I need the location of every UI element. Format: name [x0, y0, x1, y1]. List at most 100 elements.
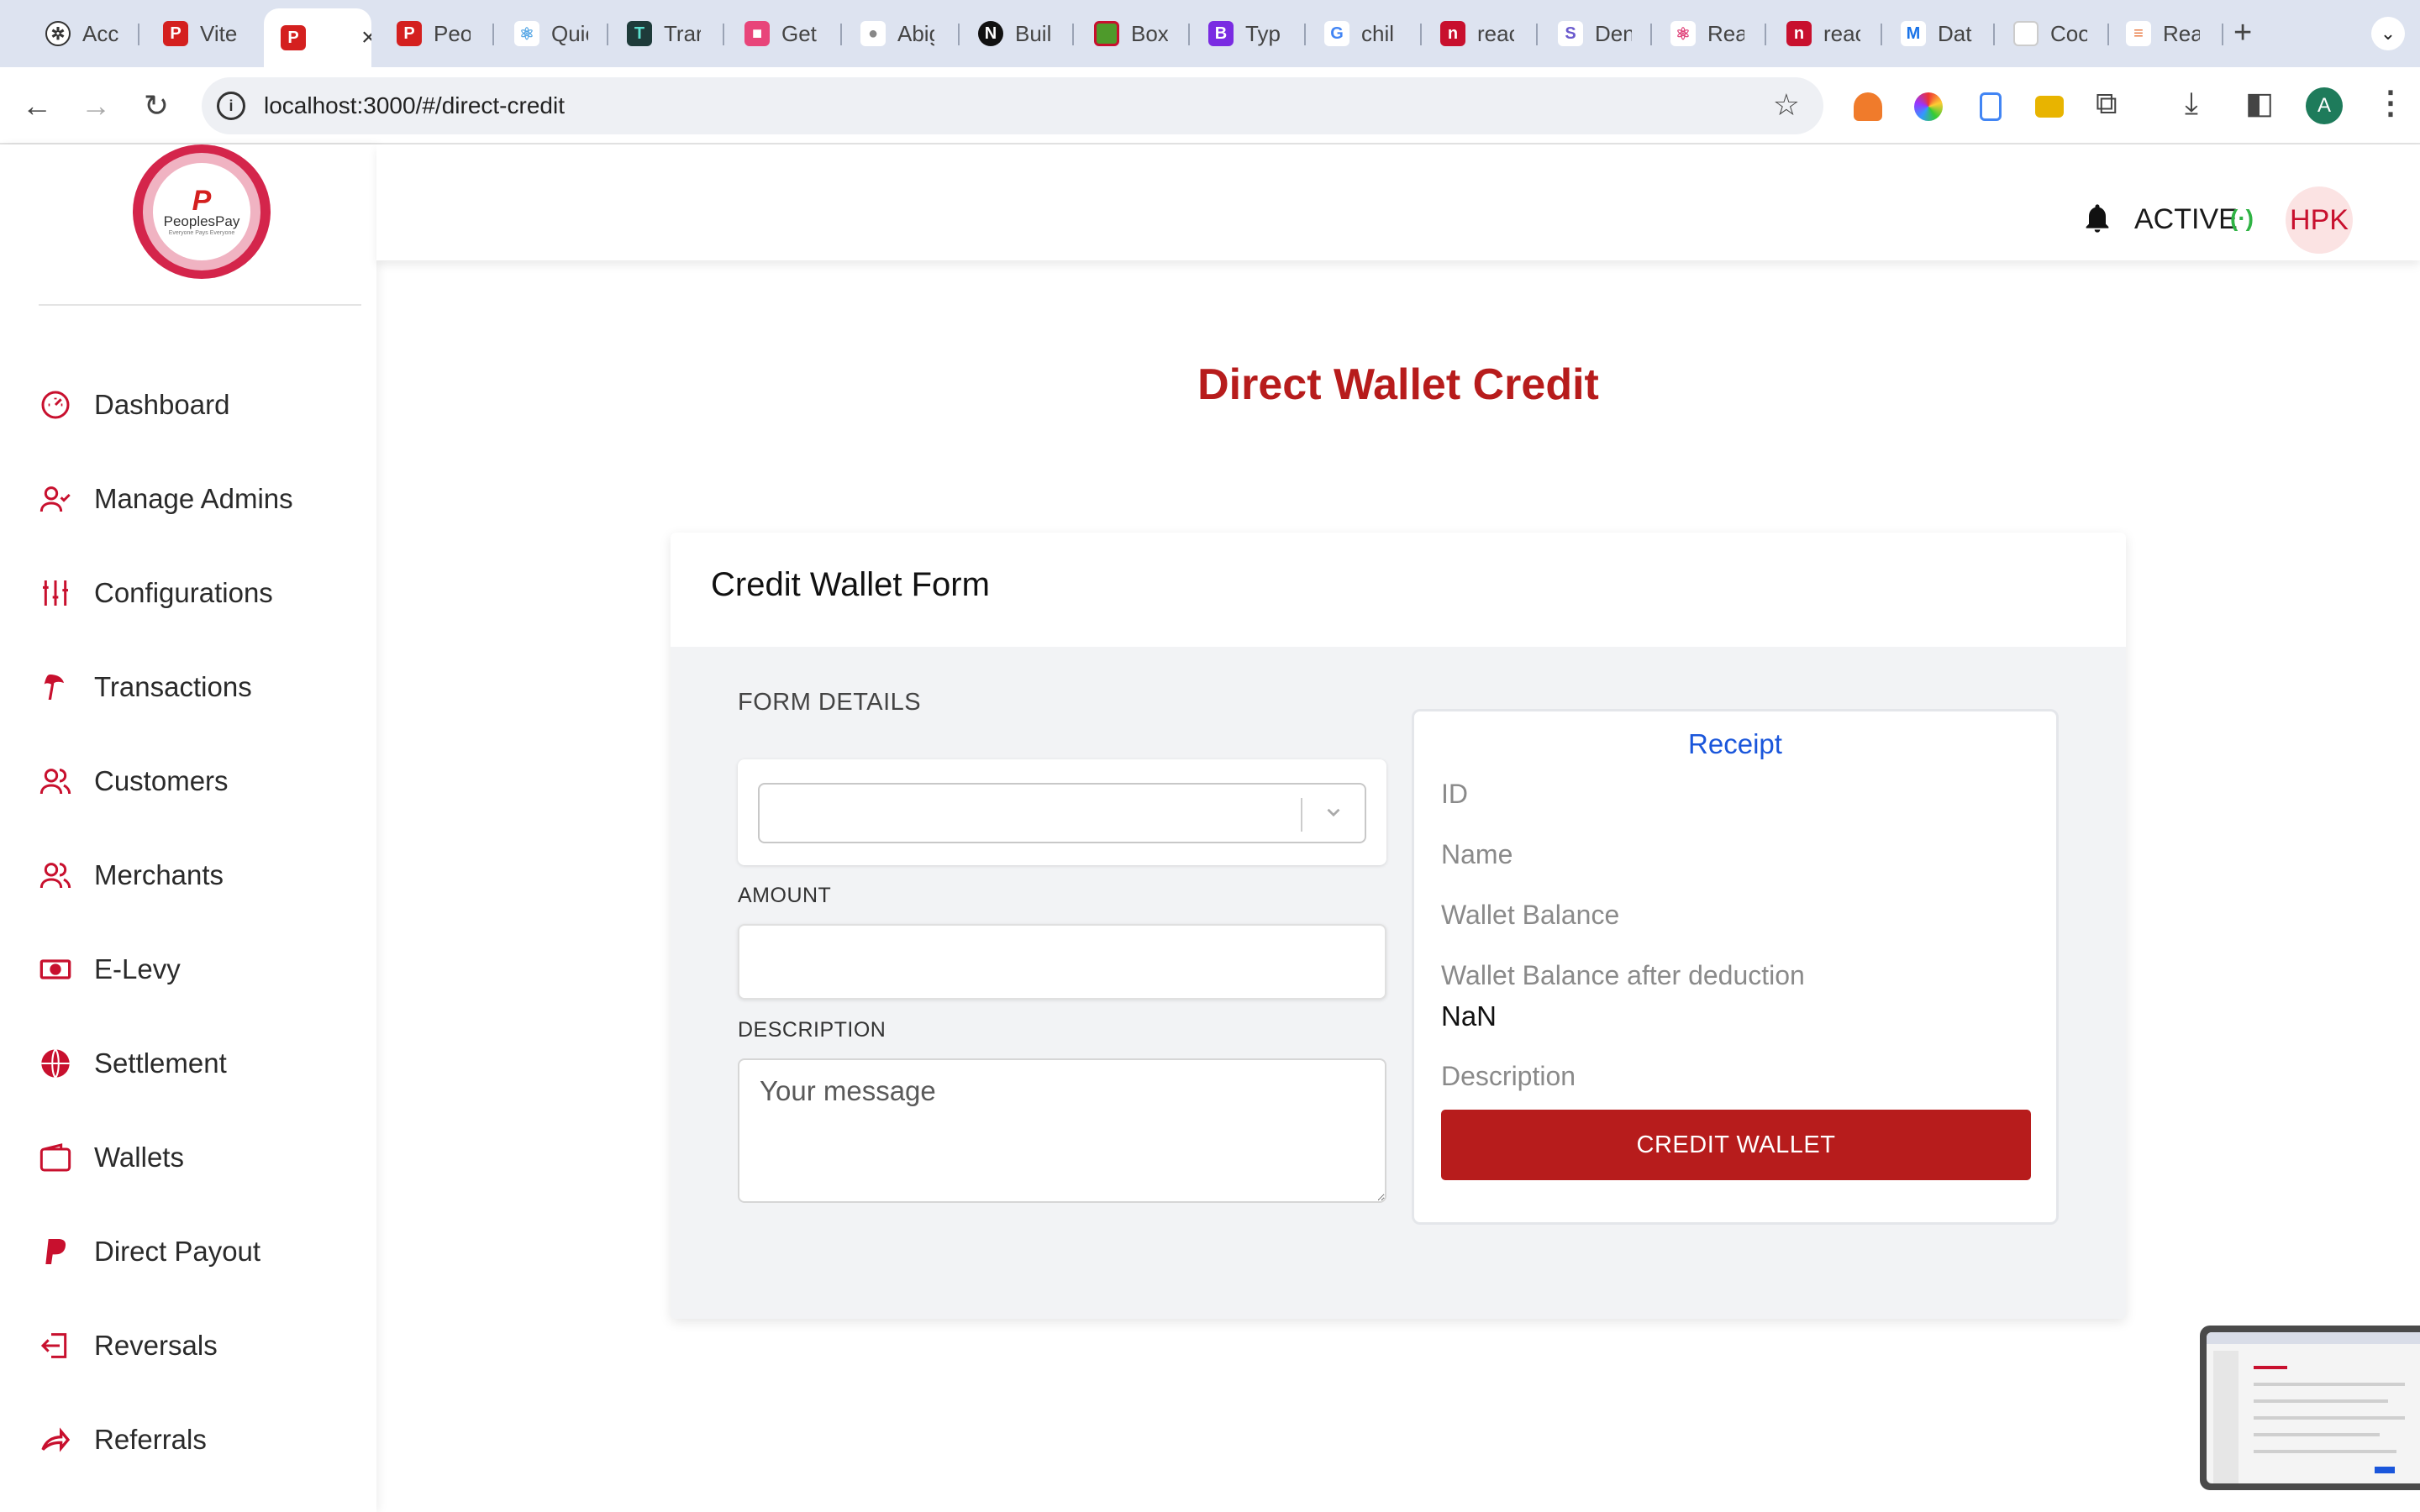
- tree-icon: [37, 669, 74, 706]
- receipt-balance-after-label: Wallet Balance after deduction: [1441, 960, 1805, 990]
- peoplespay-logo[interactable]: P PeoplesPay Everyone Pays Everyone: [133, 144, 271, 279]
- color-picker-icon[interactable]: [1914, 92, 1943, 121]
- side-panel-icon[interactable]: ◧: [2245, 86, 2274, 121]
- forward-arrow-icon[interactable]: →: [77, 87, 114, 124]
- download-icon[interactable]: ⤓: [2185, 86, 2198, 122]
- browser-tab[interactable]: N Buil: [961, 15, 1076, 52]
- sidebar-item-e-levy[interactable]: E-Levy: [37, 944, 356, 995]
- sidebar-item-merchants[interactable]: Merchants: [37, 850, 356, 900]
- browser-tab[interactable]: n reac: [1423, 15, 1539, 52]
- browser-tab[interactable]: P Vite: [146, 15, 257, 52]
- sidebar-item-reversals[interactable]: Reversals: [37, 1320, 356, 1371]
- receipt-balance-label: Wallet Balance: [1441, 900, 1620, 930]
- new-tab-icon[interactable]: +: [2233, 15, 2252, 51]
- sidebar-item-settlement[interactable]: Settlement: [37, 1038, 356, 1089]
- amount-label: AMOUNT: [738, 884, 832, 907]
- url-text[interactable]: localhost:3000/#/direct-credit: [264, 92, 565, 119]
- peoplespay-icon: P: [163, 21, 188, 46]
- browser-tab[interactable]: B Typ: [1192, 15, 1306, 52]
- sidebar-item-referrals[interactable]: Referrals: [37, 1415, 356, 1465]
- browser-tab-active[interactable]: P ×: [264, 8, 371, 67]
- react-icon: ⚛: [1670, 21, 1696, 46]
- browser-tab[interactable]: S Den: [1541, 15, 1657, 52]
- reload-icon[interactable]: ↻: [138, 87, 175, 124]
- extension-icon[interactable]: [1854, 92, 1882, 121]
- active-signal-icon: (·): [2230, 205, 2254, 231]
- wallet-select[interactable]: [758, 783, 1366, 843]
- address-bar[interactable]: i localhost:3000/#/direct-credit ☆: [202, 77, 1823, 134]
- sidebar-item-configurations[interactable]: Configurations: [37, 568, 356, 618]
- close-tab-icon[interactable]: ×: [361, 24, 371, 52]
- layers-icon: ≡: [2126, 21, 2151, 46]
- nextjs-icon: N: [978, 21, 1003, 46]
- bookmark-star-icon[interactable]: ☆: [1773, 87, 1800, 123]
- wallet-select-wrapper: [738, 759, 1386, 865]
- amount-input[interactable]: [738, 924, 1386, 1000]
- credit-wallet-card: Credit Wallet Form FORM DETAILS AMOUNT D…: [671, 533, 2126, 1319]
- google-icon: G: [1324, 21, 1349, 46]
- box-icon: [1094, 21, 1119, 46]
- browser-tab[interactable]: P Peo: [380, 15, 491, 52]
- user-check-icon: [37, 480, 74, 517]
- notification-bell-icon[interactable]: [2081, 200, 2114, 241]
- users-icon: [37, 857, 74, 894]
- browser-toolbar: ← → ↻ i localhost:3000/#/direct-credit ☆…: [0, 67, 2420, 144]
- mui-icon: M: [1901, 21, 1926, 46]
- browser-tab[interactable]: n reac: [1770, 15, 1886, 52]
- browser-tab[interactable]: ■ Get: [728, 15, 839, 52]
- browser-tab[interactable]: ✲ Acc: [29, 15, 128, 52]
- user-avatar[interactable]: HPK: [2286, 186, 2353, 254]
- description-textarea[interactable]: [738, 1058, 1386, 1203]
- sidebar-item-customers[interactable]: Customers: [37, 756, 356, 806]
- site-info-icon[interactable]: i: [217, 92, 245, 120]
- browser-tab[interactable]: G chil: [1307, 15, 1422, 52]
- browser-tab[interactable]: ⚛ Rea: [1654, 15, 1770, 52]
- npm-icon: n: [1440, 21, 1465, 46]
- credit-wallet-button[interactable]: CREDIT WALLET: [1441, 1110, 2031, 1180]
- sidebar-item-dashboard[interactable]: Dashboard: [37, 380, 356, 430]
- sidebar-item-wallets[interactable]: Wallets: [37, 1132, 356, 1183]
- wallet-icon: [37, 1139, 74, 1176]
- card-title: Credit Wallet Form: [711, 566, 990, 603]
- browser-menu-icon[interactable]: ⋮: [2375, 84, 2407, 122]
- app-icon: ■: [744, 21, 770, 46]
- receipt-balance-after-value: NaN: [1441, 1000, 1497, 1032]
- doc-extension-icon[interactable]: [1980, 92, 2002, 121]
- description-label: DESCRIPTION: [738, 1018, 886, 1042]
- paypal-icon: [37, 1233, 74, 1270]
- github-icon: ●: [860, 21, 886, 46]
- browser-tab[interactable]: ⚛ Quic: [497, 15, 608, 52]
- browser-tab[interactable]: M Dat: [1884, 15, 1998, 52]
- sidebar-item-direct-payout[interactable]: Direct Payout: [37, 1226, 356, 1277]
- receipt-id-label: ID: [1441, 779, 1468, 809]
- sidebar-item-manage-admins[interactable]: Manage Admins: [37, 474, 356, 524]
- sidebar-item-transactions[interactable]: Transactions: [37, 662, 356, 712]
- card-header: Credit Wallet Form: [671, 533, 2126, 647]
- browser-tab[interactable]: ≡ Rea: [2109, 15, 2223, 52]
- browser-tab[interactable]: T Trar: [610, 15, 721, 52]
- share-icon: [37, 1421, 74, 1458]
- tab-search-icon[interactable]: ⌄: [2371, 17, 2405, 50]
- globe-icon: [37, 1045, 74, 1082]
- money-icon: [37, 951, 74, 988]
- peoplespay-icon: P: [281, 25, 306, 50]
- users-icon: [37, 763, 74, 800]
- sidebar: P PeoplesPay Everyone Pays Everyone Dash…: [0, 144, 376, 1512]
- bootstrap-icon: B: [1208, 21, 1234, 46]
- receipt-panel: Receipt ID Name Wallet Balance Wallet Ba…: [1412, 709, 2059, 1225]
- speedometer-icon: [37, 386, 74, 423]
- browser-tab[interactable]: Coo: [1996, 15, 2111, 52]
- receipt-description-label: Description: [1441, 1061, 1576, 1091]
- screenshot-thumbnail[interactable]: [2200, 1326, 2420, 1490]
- status-text: ACTIVE: [2134, 203, 2238, 235]
- browser-tab[interactable]: ● Abig: [844, 15, 960, 52]
- receipt-title: Receipt: [1688, 728, 1782, 759]
- stripe-icon: S: [1558, 21, 1583, 46]
- folder-extension-icon[interactable]: [2035, 96, 2064, 118]
- extensions-puzzle-icon[interactable]: ⧉: [2096, 86, 2118, 122]
- select-separator: [1301, 798, 1302, 832]
- back-arrow-icon[interactable]: ←: [18, 87, 55, 124]
- browser-tab[interactable]: Box: [1077, 15, 1192, 52]
- profile-avatar[interactable]: A: [2306, 87, 2343, 124]
- chevron-down-icon[interactable]: [1323, 801, 1344, 829]
